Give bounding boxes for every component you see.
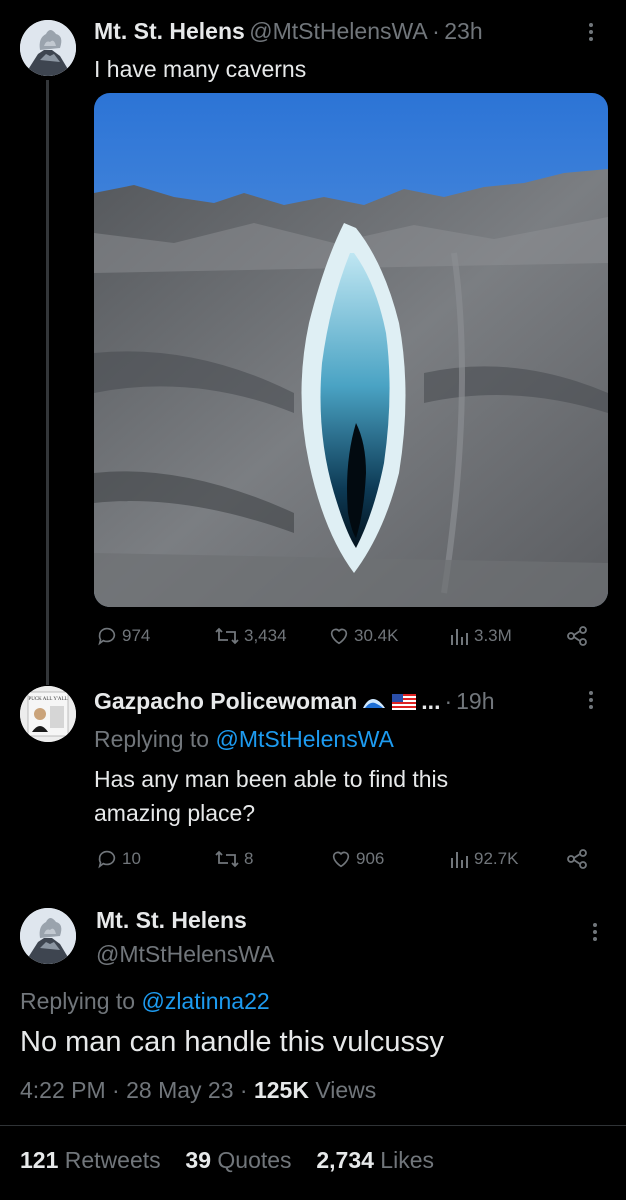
main-more-options-icon[interactable] bbox=[592, 922, 598, 942]
quotes-stat-count: 39 bbox=[185, 1147, 212, 1173]
reply-icon bbox=[98, 627, 116, 646]
reply-count: 974 bbox=[122, 626, 151, 645]
main-replying-to-handle-link[interactable]: @zlatinna22 bbox=[141, 988, 269, 1014]
author-handle[interactable]: @MtStHelensWA bbox=[249, 18, 427, 44]
main-tweet-date[interactable]: 28 May 23 bbox=[126, 1077, 233, 1103]
likes-stat-count: 2,734 bbox=[316, 1147, 374, 1173]
likes-stat[interactable]: 2,734 Likes bbox=[316, 1147, 434, 1173]
tweet-text: I have many caverns bbox=[94, 56, 307, 82]
tweet-media-image[interactable] bbox=[94, 93, 608, 607]
replying-to-handle-link[interactable]: @MtStHelensWA bbox=[215, 726, 393, 752]
heart-icon bbox=[332, 851, 350, 868]
more-options-icon[interactable] bbox=[588, 22, 594, 42]
share-icon bbox=[567, 626, 587, 646]
retweets-stat[interactable]: 121 Retweets bbox=[20, 1147, 167, 1173]
main-author-name[interactable]: Mt. St. Helens bbox=[96, 907, 247, 934]
reply-share-button[interactable] bbox=[566, 848, 588, 870]
avatar-mt-st-helens[interactable] bbox=[20, 20, 76, 76]
reply-views-count: 92.7K bbox=[474, 849, 519, 868]
main-author-handle[interactable]: @MtStHelensWA bbox=[96, 941, 274, 968]
views-chart-icon bbox=[451, 852, 468, 868]
like-count: 30.4K bbox=[354, 626, 399, 645]
quotes-stat-label: Quotes bbox=[217, 1147, 292, 1173]
reply-like-button[interactable]: 906 bbox=[330, 848, 384, 870]
glacier-cave-photo bbox=[94, 93, 608, 607]
reply-author-name[interactable]: Gazpacho Policewoman bbox=[94, 688, 357, 715]
retweets-stat-count: 121 bbox=[20, 1147, 59, 1173]
meta-separator-2: · bbox=[239, 1077, 248, 1103]
reply-more-options-icon[interactable] bbox=[588, 690, 594, 710]
main-tweet-stats: 121 Retweets 39 Quotes 2,734 Likes bbox=[20, 1147, 434, 1174]
retweet-icon bbox=[215, 850, 239, 868]
volcano-avatar-image bbox=[20, 908, 76, 964]
reply-reply-button[interactable]: 10 bbox=[96, 848, 141, 870]
reply-icon bbox=[98, 850, 116, 869]
volcano-avatar-image bbox=[20, 20, 76, 76]
share-icon bbox=[567, 849, 587, 869]
reply-like-count: 906 bbox=[356, 849, 385, 868]
wave-emoji-icon bbox=[363, 698, 386, 708]
separator-dot: · bbox=[444, 688, 453, 714]
views-count: 3.3M bbox=[474, 626, 512, 645]
thread-connector-line bbox=[46, 80, 49, 685]
meta-separator-1: · bbox=[112, 1077, 120, 1103]
views-chart-icon bbox=[451, 629, 468, 645]
timestamp[interactable]: 23h bbox=[444, 18, 482, 44]
views-button[interactable]: 3.3M bbox=[448, 625, 512, 647]
share-button[interactable] bbox=[566, 625, 588, 647]
reply-timestamp[interactable]: 19h bbox=[456, 688, 494, 715]
avatar-gazpacho-policewoman[interactable]: PUCK ALL Y'ALL bbox=[20, 686, 76, 742]
replying-to-line: Replying to @MtStHelensWA bbox=[94, 724, 394, 755]
avatar-poster-text: PUCK ALL Y'ALL bbox=[28, 697, 67, 702]
poster-avatar-image: PUCK ALL Y'ALL bbox=[20, 686, 76, 742]
avatar-mt-st-helens-main[interactable] bbox=[20, 908, 76, 964]
likes-stat-label: Likes bbox=[380, 1147, 434, 1173]
retweet-button[interactable]: 3,434 bbox=[214, 625, 287, 647]
reply-retweet-button[interactable]: 8 bbox=[214, 848, 253, 870]
quotes-stat[interactable]: 39 Quotes bbox=[185, 1147, 298, 1173]
retweets-stat-label: Retweets bbox=[64, 1147, 161, 1173]
main-views-count[interactable]: 125K bbox=[254, 1077, 309, 1103]
main-replying-to-line: Replying to @zlatinna22 bbox=[20, 986, 270, 1017]
reply-reply-count: 10 bbox=[122, 849, 141, 868]
main-tweet-text: No man can handle this vulcussy bbox=[20, 1026, 444, 1058]
retweet-count: 3,434 bbox=[244, 626, 287, 645]
main-views-label: Views bbox=[315, 1077, 377, 1103]
retweet-icon bbox=[215, 627, 239, 645]
reply-text-line-2: amazing place? bbox=[94, 800, 256, 826]
reply-text-line-1: Has any man been able to find this bbox=[94, 766, 449, 792]
main-tweet-meta: 4:22 PM · 28 May 23 · 125K Views bbox=[20, 1077, 376, 1104]
author-name[interactable]: Mt. St. Helens bbox=[94, 18, 245, 44]
reply-header: Gazpacho Policewoman ... · 19h bbox=[94, 688, 495, 715]
separator-dot: · bbox=[432, 18, 440, 44]
main-replying-to-label: Replying to bbox=[20, 988, 136, 1014]
main-tweet-time[interactable]: 4:22 PM bbox=[20, 1077, 106, 1103]
tweet-1-header: Mt. St. Helens @MtStHelensWA · 23h bbox=[94, 18, 483, 45]
reply-views-button[interactable]: 92.7K bbox=[448, 848, 518, 870]
us-flag-emoji-icon bbox=[392, 693, 417, 710]
reply-retweet-count: 8 bbox=[244, 849, 254, 868]
stats-divider bbox=[0, 1125, 626, 1126]
heart-icon bbox=[330, 628, 348, 645]
replying-to-label: Replying to bbox=[94, 726, 210, 752]
reply-button[interactable]: 974 bbox=[96, 625, 150, 647]
reply-author-truncation: ... bbox=[421, 688, 441, 714]
like-button[interactable]: 30.4K bbox=[328, 625, 398, 647]
